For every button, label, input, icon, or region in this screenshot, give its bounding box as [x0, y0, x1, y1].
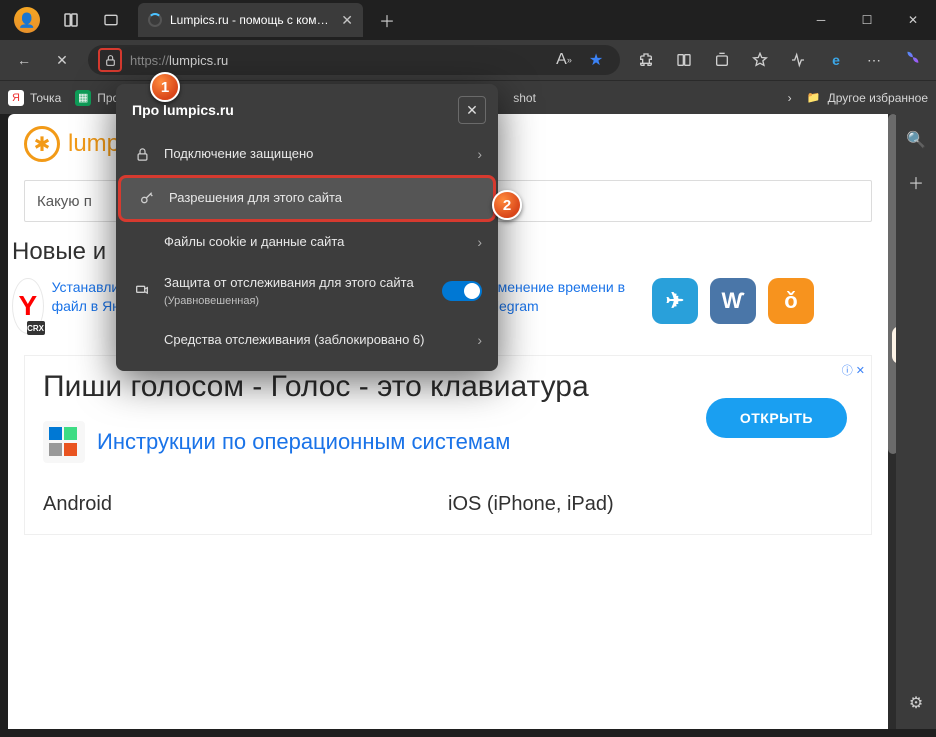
tab-close-button[interactable]: ✕ — [341, 12, 353, 29]
telegram-social-icon[interactable]: ✈ — [652, 278, 698, 324]
popup-row-tracking-protection[interactable]: Защита от отслеживания для этого сайта(У… — [116, 263, 498, 320]
split-screen-icon[interactable] — [666, 44, 702, 76]
bookmark-item[interactable]: shot — [513, 91, 536, 105]
bookmark-item[interactable]: ЯТочка — [8, 90, 61, 106]
close-window-button[interactable]: ✕ — [890, 0, 936, 40]
article-link[interactable]: Изменение времени в Telegram — [481, 278, 632, 335]
sidebar-search-icon[interactable]: 🔍 — [902, 126, 930, 154]
ie-mode-icon[interactable]: e — [818, 44, 854, 76]
extensions-icon[interactable] — [628, 44, 664, 76]
chevron-right-icon: › — [477, 234, 482, 250]
popup-row-trackers-blocked[interactable]: Средства отслеживания (заблокировано 6) … — [116, 320, 498, 361]
ad-close-icon[interactable]: ⓘ ✕ — [842, 362, 865, 378]
tracking-toggle[interactable] — [442, 281, 482, 301]
maximize-button[interactable]: ☐ — [844, 0, 890, 40]
loading-spinner-icon — [148, 13, 162, 27]
social-links: ✈ Ⱳ ǒ — [652, 278, 814, 335]
chevron-right-icon: › — [477, 332, 482, 348]
workspaces-icon[interactable] — [58, 7, 84, 33]
favorites-icon[interactable] — [742, 44, 778, 76]
popup-row-permissions[interactable]: Разрешения для этого сайта — [118, 175, 496, 222]
tab-actions-icon[interactable] — [98, 7, 124, 33]
chevron-right-icon: › — [477, 146, 482, 162]
sidebar-settings-icon[interactable]: ⚙ — [902, 689, 930, 717]
sidebar-add-icon[interactable]: ＋ — [902, 168, 930, 196]
bookmark-item[interactable]: ▦Про — [75, 90, 119, 106]
read-aloud-icon[interactable]: A» — [550, 46, 578, 74]
performance-icon[interactable] — [780, 44, 816, 76]
browser-tab[interactable]: Lumpics.ru - помощь с компьют ✕ — [138, 3, 363, 37]
minimize-button[interactable]: ─ — [798, 0, 844, 40]
menu-button[interactable]: ⋯ — [856, 44, 892, 76]
url-text: https://lumpics.ru — [130, 53, 228, 68]
edge-sidebar: 🔍 ＋ ⚙ — [896, 114, 936, 729]
site-info-popup: Про lumpics.ru ✕ Подключение защищено › … — [116, 84, 498, 371]
key-icon — [137, 190, 157, 206]
shield-icon — [132, 283, 152, 299]
os-grid-icon — [43, 421, 85, 463]
back-button[interactable]: ← — [6, 44, 42, 76]
address-bar[interactable]: https://lumpics.ru A» ★ — [88, 45, 620, 75]
ad-block: ⓘ ✕ Пиши голосом - Голос - это клавиатур… — [24, 355, 872, 535]
window-controls: ─ ☐ ✕ — [798, 0, 936, 40]
profile-avatar[interactable]: 👤 — [14, 7, 40, 33]
ad-open-button[interactable]: ОТКРЫТЬ — [706, 398, 847, 438]
stop-button[interactable]: ✕ — [44, 44, 80, 76]
platform-ios[interactable]: iOS (iPhone, iPad) — [448, 493, 853, 516]
ok-social-icon[interactable]: ǒ — [768, 278, 814, 324]
platform-android[interactable]: Android — [43, 493, 448, 516]
other-bookmarks-folder[interactable]: 📁Другое избранное — [806, 90, 928, 106]
collections-icon[interactable] — [704, 44, 740, 76]
popup-row-connection-secure[interactable]: Подключение защищено › — [116, 134, 498, 175]
vk-social-icon[interactable]: Ⱳ — [710, 278, 756, 324]
favorite-star-icon[interactable]: ★ — [582, 46, 610, 74]
bookmarks-overflow-button[interactable]: › — [788, 91, 792, 105]
titlebar: 👤 Lumpics.ru - помощь с компьют ✕ ＋ ─ ☐ … — [0, 0, 936, 40]
toolbar: ← ✕ https://lumpics.ru A» ★ e ⋯ — [0, 40, 936, 80]
popup-row-cookies[interactable]: Файлы cookie и данные сайта › — [116, 222, 498, 263]
yandex-icon: YCRX — [12, 278, 44, 334]
new-tab-button[interactable]: ＋ — [373, 8, 401, 32]
copilot-icon[interactable] — [894, 40, 930, 80]
lock-icon — [132, 147, 152, 162]
annotation-badge-1: 1 — [150, 72, 180, 102]
popup-title: Про lumpics.ru — [132, 102, 234, 118]
site-info-lock-button[interactable] — [98, 48, 122, 72]
tab-title: Lumpics.ru - помощь с компьют — [170, 13, 333, 27]
site-logo-icon: ✱ — [24, 126, 60, 162]
annotation-badge-2: 2 — [492, 190, 522, 220]
popup-close-button[interactable]: ✕ — [458, 96, 486, 124]
platforms-row: Android iOS (iPhone, iPad) — [43, 493, 853, 516]
